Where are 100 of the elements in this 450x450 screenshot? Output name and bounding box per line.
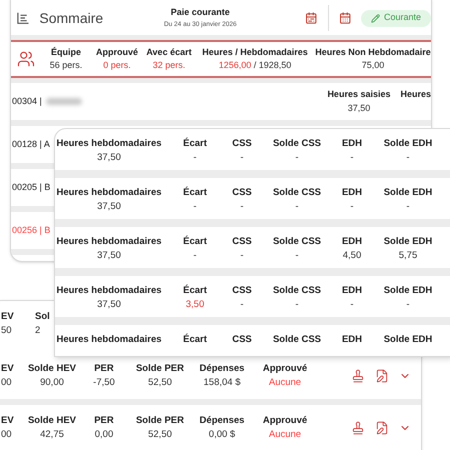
column-label: EV: [1, 362, 14, 376]
cell-value: 37,50: [97, 151, 121, 166]
cell-value: Aucune: [268, 428, 302, 442]
cell-value: 3,50: [186, 298, 204, 312]
cell-value: -: [193, 249, 197, 264]
cell-value: 37,50: [97, 249, 121, 264]
cell-value: Aucune: [268, 376, 302, 390]
cell-value: 0,00: [94, 428, 114, 442]
column-label: CSS: [232, 235, 252, 249]
cell-value: -: [193, 200, 197, 214]
stat-label: Équipe: [50, 46, 81, 59]
column-label: Solde CSS: [272, 235, 322, 249]
column-label: Approuvé: [262, 362, 308, 376]
column-label: Écart: [183, 235, 207, 249]
column-label: EDH: [342, 137, 362, 151]
cell-value: -: [406, 151, 410, 166]
stat-value: 1256,00: [218, 60, 252, 70]
column-label: CSS: [232, 186, 252, 200]
cell-value: 4,50: [342, 249, 362, 264]
column-label: Solde EDH: [384, 186, 432, 200]
column-label: Solde HEV: [28, 414, 76, 428]
cell-value: -: [350, 151, 354, 166]
employee-name[interactable]: 00205 | B: [12, 180, 50, 194]
redacted-name: [46, 98, 82, 105]
field-label: Heures: [400, 88, 431, 101]
cell-value: -: [350, 200, 354, 214]
cell-value: -: [240, 200, 244, 214]
column-label: Heures hebdomadaires: [56, 137, 162, 151]
cell-value: -: [295, 249, 299, 264]
column-label: Écart: [183, 137, 207, 151]
column-label: Solde CSS: [272, 333, 322, 347]
stat-label: Approuvé: [96, 46, 138, 59]
column-label: Solde HEV: [28, 362, 76, 376]
cell-value: -: [295, 200, 299, 214]
cell-value: 52,50: [148, 376, 172, 390]
column-label: CSS: [232, 137, 252, 151]
column-label: Solde CSS: [272, 186, 322, 200]
page-title: Sommaire: [39, 8, 104, 28]
column-label: Écart: [183, 284, 207, 298]
cell-value: 42,75: [40, 428, 64, 442]
cell-value: -: [406, 298, 410, 312]
stamp-icon[interactable]: [351, 369, 365, 383]
column-label: Dépenses: [200, 362, 244, 376]
employee-name[interactable]: 00304 |: [12, 94, 42, 108]
cell-value: 0,00 $: [208, 428, 236, 442]
team-icon: [17, 49, 35, 69]
cell-value: 37,50: [97, 200, 121, 214]
edit-document-icon[interactable]: [375, 369, 389, 383]
column-label: Solde EDH: [384, 284, 432, 298]
calendar-icon[interactable]: [338, 11, 351, 25]
cell-value: 5,75: [398, 249, 418, 264]
stat-value: 56 pers.: [50, 60, 82, 70]
column-label: Approuvé: [262, 414, 308, 428]
column-label: Sol: [35, 310, 50, 324]
stat-label: Heures / Hebdomadaires: [202, 46, 308, 58]
stat-label: Avec écart: [146, 46, 192, 58]
column-label: CSS: [232, 284, 252, 298]
calendar-icon[interactable]: [305, 11, 318, 25]
column-label: EDH: [342, 333, 362, 347]
column-label: PER: [94, 414, 114, 428]
period-title: Paie courante: [170, 6, 230, 20]
column-label: Solde CSS: [272, 284, 322, 298]
cell-value: 50: [1, 324, 12, 338]
column-label: Solde CSS: [272, 137, 322, 151]
cell-value: -: [295, 298, 299, 312]
column-label: EDH: [342, 284, 362, 298]
cell-value: 90,00: [40, 376, 64, 390]
stamp-icon[interactable]: [351, 421, 365, 435]
column-label: EDH: [342, 186, 362, 200]
cell-value: 00: [1, 376, 12, 390]
column-label: Solde PER: [136, 414, 184, 428]
list-icon[interactable]: [17, 11, 30, 25]
column-label: Solde PER: [136, 362, 184, 376]
column-label: EDH: [342, 235, 362, 249]
column-label: Heures hebdomadaires: [56, 333, 162, 347]
cell-value: 37,50: [97, 298, 121, 312]
employee-name[interactable]: 00256 | B: [12, 224, 50, 238]
stat-value: / 1928,50: [252, 60, 292, 70]
cell-value: -: [295, 151, 299, 166]
column-label: Heures hebdomadaires: [56, 284, 162, 298]
column-label: Heures hebdomadaires: [56, 235, 162, 249]
stat-value: 32 pers.: [152, 60, 186, 70]
column-label: Solde EDH: [384, 333, 432, 347]
cell-value: -: [240, 249, 244, 264]
column-label: Écart: [183, 333, 207, 347]
stat-label: Heures Non Hebdomadaire: [315, 46, 431, 58]
cell-value: 52,50: [148, 428, 172, 442]
cell-value: -: [193, 151, 197, 166]
cell-value: -: [240, 151, 244, 166]
cell-value: -: [406, 200, 410, 214]
column-label: PER: [94, 362, 114, 376]
field-value: 37,50: [348, 102, 370, 114]
cell-value: -: [350, 298, 354, 312]
employee-name[interactable]: 00128 | A: [12, 138, 50, 152]
cell-value: 2: [35, 324, 40, 338]
column-label: CSS: [232, 333, 252, 347]
column-label: EV: [1, 414, 14, 428]
pencil-icon: [371, 14, 380, 22]
edit-document-icon[interactable]: [375, 421, 389, 435]
column-label: Écart: [183, 186, 207, 200]
